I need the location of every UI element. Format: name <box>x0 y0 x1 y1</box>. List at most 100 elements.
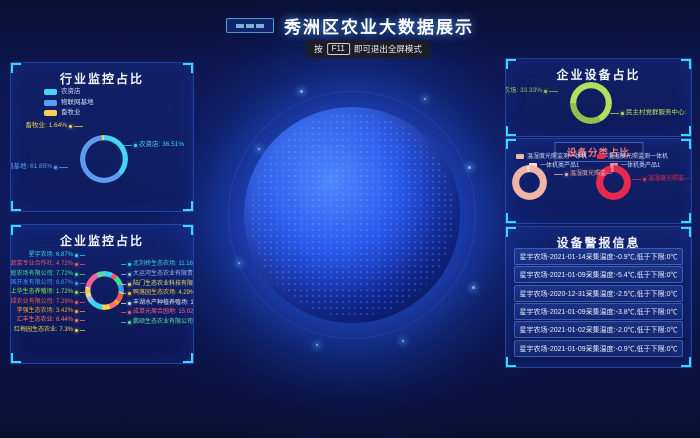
panel-corner-accent <box>681 213 691 223</box>
chart-callout-label: 北刘桥生态农场: 11.16% <box>121 261 194 268</box>
panel-corner-accent <box>183 201 193 211</box>
star-dot <box>316 344 318 346</box>
alarm-text: 星宇农场-2021-01-02采集温度:-2.0℃,低于下限:0℃ <box>520 325 678 335</box>
dashboard-root: 秀洲区农业大数据展示 按 F11 即可退出全屏模式 行业监控占比 农资店物联网基… <box>0 0 700 438</box>
chart-callout-label: 民主村党群服务中心: <box>610 110 686 117</box>
chart-callout-label: 中绿农业有限公司: 7.29% <box>10 299 85 306</box>
alarm-row: 星宇农场-2021-01-09采集温度:-3.8℃,低于下限:0℃ <box>514 303 683 320</box>
chart-callout-label: 畜牧业: 1.64% <box>25 123 83 130</box>
legend-label: 一体机类产品1 <box>621 163 660 169</box>
star-dot <box>402 340 404 342</box>
panel-corner-accent <box>506 59 516 69</box>
device-class-left-donut-chart[interactable] <box>512 165 547 200</box>
panel-device-alarms: 设备警报信息 星宇农场-2021-01-14采集温度:-0.9℃,低于下限:0℃… <box>505 226 692 368</box>
alarm-text: 星宇农场-2021-01-09采集温度:-5.4℃,低于下限:0℃ <box>520 270 678 280</box>
legend-label: 物联网基地 <box>61 100 94 107</box>
panel-title-alarms: 设备警报信息 <box>506 227 691 251</box>
chart-callout-label: 鸭落园生态农场: 4.29% <box>121 290 194 297</box>
alarm-text: 星宇农场-2021-01-09采集温度:-0.9℃,低于下限:0℃ <box>520 344 678 354</box>
panel-corner-accent <box>681 227 691 237</box>
panel-corner-accent <box>506 126 516 136</box>
panel-corner-accent <box>681 357 691 367</box>
panel-corner-accent <box>11 201 21 211</box>
panel-corner-accent <box>183 63 193 73</box>
panel-corner-accent <box>11 63 21 73</box>
chart-callout-label: 农资店: 36.51% <box>123 142 184 149</box>
panel-equipment-ratio: 企业设备占比 星宇农场: 33.33% 民主村党群服务中心: <box>505 58 692 137</box>
alarm-text: 星宇农场-2021-01-14采集温度:-0.9℃,低于下限:0℃ <box>520 252 678 262</box>
panel-corner-accent <box>11 225 21 235</box>
panel-corner-accent <box>681 126 691 136</box>
panel-corner-accent <box>681 59 691 69</box>
chart-callout-label: 物联网基地: 61.85% <box>10 164 68 171</box>
chart-callout-label: 成单元周合园地: 15.02% <box>121 309 194 316</box>
chart-callout-label: 温湿度光照监— <box>632 176 690 183</box>
star-dot <box>472 286 475 289</box>
page-title: 秀洲区农业大数据展示 <box>284 13 474 38</box>
star-dot <box>468 166 471 169</box>
panel-corner-accent <box>183 225 193 235</box>
alarm-row: 星宇农场-2021-01-02采集温度:-2.0℃,低于下限:0℃ <box>514 321 683 338</box>
alarm-text: 星宇农场-2020-12-31采集温度:-2.5℃,低于下限:0℃ <box>520 289 678 299</box>
globe-visual <box>244 107 460 323</box>
header: 秀洲区农业大数据展示 <box>0 13 700 38</box>
panel-title-enterprise: 企业监控占比 <box>11 225 193 249</box>
chart-callout-label: 创超蔬菜专业合作社: 4.72% <box>10 261 85 268</box>
chart-callout-label: 上华生态养殖场: 1.72% <box>11 289 85 296</box>
chart-callout-label: 李强生态农场: 3.42% <box>17 308 85 315</box>
panel-enterprise-monitor: 企业监控占比 星宇农场: 6.87% 创超蔬菜专业合作社: 4.72% 家庭农场有限… <box>10 224 194 364</box>
panel-title-industry: 行业监控占比 <box>11 63 193 87</box>
equipment-donut-chart[interactable] <box>570 82 612 124</box>
star-dot <box>238 262 240 264</box>
chart-callout-label: 家庭农场有限公司: 7.72% <box>10 271 85 278</box>
alarm-row: 星宇农场-2020-12-31采集温度:-2.5℃,低于下限:0℃ <box>514 285 683 302</box>
panel-corner-accent <box>506 213 516 223</box>
panel-corner-accent <box>506 139 516 149</box>
chart-callout-label: 红梅园生态农业: 7.3% <box>14 327 85 334</box>
tooltip-text-prefix: 按 <box>314 43 323 55</box>
legend-item[interactable]: 物联网基地 <box>44 98 94 109</box>
alarm-text: 星宇农场-2021-01-09采集温度:-3.8℃,低于下限:0℃ <box>520 307 678 317</box>
legend-swatch-icon <box>44 89 57 95</box>
star-dot <box>300 90 303 93</box>
chart-callout-label: 星宇农场: 33.33% <box>505 88 558 95</box>
legend-item[interactable]: 农资店 <box>44 87 94 98</box>
panel-corner-accent <box>506 357 516 367</box>
panel-corner-accent <box>183 353 193 363</box>
legend-label: 畜牧业 <box>61 110 81 117</box>
panel-title-equipment: 企业设备占比 <box>506 59 691 83</box>
legend-item[interactable]: 温湿度光照监测一体机 <box>516 152 587 161</box>
legend-swatch-icon <box>44 100 57 106</box>
tooltip-text-suffix: 即可退出全屏模式 <box>354 43 422 55</box>
panel-corner-accent <box>11 353 21 363</box>
legend-item[interactable]: 温湿度光照监测一体机 <box>597 152 668 161</box>
chart-callout-label: 丰湖水产种植养殖场: 1. <box>121 300 194 307</box>
industry-donut-chart[interactable] <box>80 135 128 183</box>
device-class-right-donut-chart[interactable] <box>596 165 631 200</box>
chart-callout-label: 陆门生态农业科技有限公 <box>121 281 194 288</box>
legend-swatch-icon <box>597 154 605 159</box>
brand-logo <box>226 18 274 33</box>
legend-label: 温湿度光照监测一体机 <box>527 154 587 160</box>
legend-swatch-icon <box>44 110 57 116</box>
panel-device-classification: 设备分类占比 温湿度光照监测一体机一体机类产品1 温湿度光照监测一体机一体机类产… <box>505 138 692 224</box>
alarm-row: 星宇农场-2021-01-09采集温度:-5.4℃,低于下限:0℃ <box>514 266 683 283</box>
panel-corner-accent <box>681 139 691 149</box>
panel-industry-monitor: 行业监控占比 农资店物联网基地畜牧业 畜牧业: 1.64% 农资店: 36.51%… <box>10 62 194 212</box>
panel-corner-accent <box>506 227 516 237</box>
star-dot <box>424 98 426 100</box>
legend-item[interactable]: 畜牧业 <box>44 108 94 119</box>
enterprise-donut-chart[interactable] <box>85 271 124 310</box>
legend-label: 温湿度光照监测一体机 <box>608 154 668 160</box>
chart-callout-label: 国开发有限公司: 6.87% <box>11 280 85 287</box>
fullscreen-exit-tooltip: 按 F11 即可退出全屏模式 <box>306 40 430 58</box>
legend-swatch-icon <box>516 154 524 159</box>
legend-label: 一体机类产品1 <box>540 163 579 169</box>
legend-label: 农资店 <box>61 89 81 96</box>
industry-legend: 农资店物联网基地畜牧业 <box>44 87 94 119</box>
chart-callout-label: 星宇农场: 6.87% <box>29 252 85 259</box>
chart-callout-label: 鹏硕生态农业有限公司: 6.87% <box>121 319 194 326</box>
f11-key-badge: F11 <box>327 43 350 55</box>
star-dot <box>258 148 260 150</box>
alarm-row: 星宇农场-2021-01-09采集温度:-0.9℃,低于下限:0℃ <box>514 340 683 357</box>
